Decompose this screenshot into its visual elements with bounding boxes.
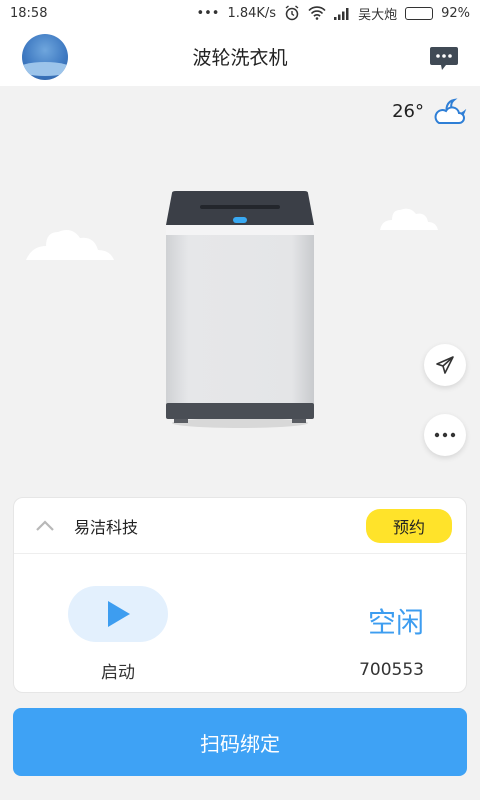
machine-display: 26° — [0, 86, 480, 496]
start-label: 启动 — [101, 663, 135, 683]
app-header: 波轮洗衣机 — [0, 26, 480, 86]
cloud-decoration-left — [26, 230, 114, 260]
chevron-up-icon[interactable] — [34, 515, 56, 537]
battery-percent: 92% — [441, 5, 470, 21]
avatar[interactable] — [22, 34, 68, 80]
weather-widget: 26° — [392, 96, 468, 126]
net-speed: 1.84K/s — [227, 5, 277, 21]
brand-name: 易洁科技 — [74, 517, 139, 537]
more-button[interactable] — [424, 414, 466, 456]
page-title: 波轮洗衣机 — [192, 46, 288, 69]
cloud-decoration-right — [380, 208, 438, 230]
machine-status: 空闲 — [367, 606, 424, 639]
washing-machine-illustration — [166, 191, 314, 428]
message-icon[interactable] — [428, 42, 460, 74]
clock: 18:58 — [10, 5, 48, 21]
start-button[interactable] — [68, 586, 168, 642]
alarm-icon — [285, 5, 299, 21]
machine-card: 易洁科技 预约 启动 空闲 700553 — [13, 497, 467, 693]
status-bar: 18:58 ••• 1.84K/s 吴大炮 92% — [0, 0, 480, 26]
scan-bind-button[interactable]: 扫码绑定 — [13, 708, 467, 776]
reserve-button[interactable]: 预约 — [366, 508, 452, 543]
more-icon — [434, 432, 456, 438]
send-button[interactable] — [424, 344, 466, 386]
battery-icon — [405, 6, 434, 20]
carrier-name: 吴大炮 — [358, 7, 398, 23]
weather-cloud-moon-icon — [434, 98, 467, 124]
send-icon — [436, 356, 454, 374]
temperature: 26° — [392, 100, 424, 122]
status-icons: ••• 1.84K/s 吴大炮 92% — [196, 4, 470, 23]
signal-icon — [334, 7, 349, 20]
machine-id: 700553 — [359, 660, 424, 680]
wifi-icon — [308, 6, 326, 20]
play-icon — [108, 601, 130, 627]
card-header: 易洁科技 预约 — [14, 498, 466, 554]
notification-dots: ••• — [196, 5, 220, 21]
